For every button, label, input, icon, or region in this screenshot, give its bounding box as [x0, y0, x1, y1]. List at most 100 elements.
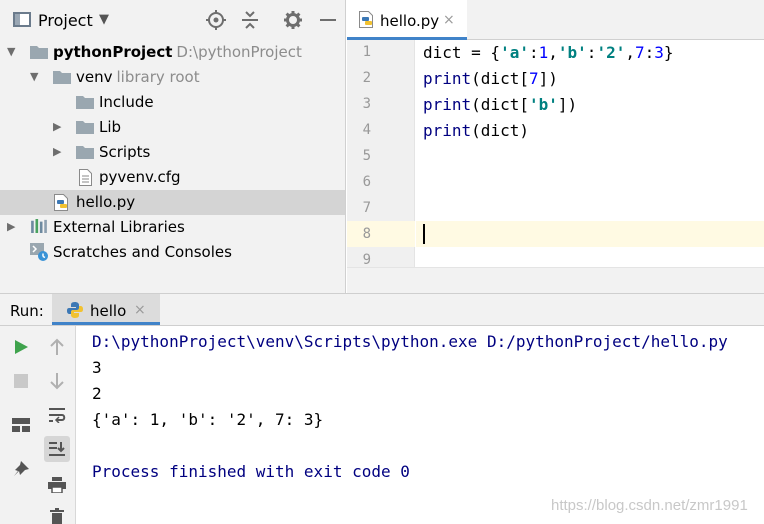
project-panel: Project ▼ ▼ pythonProject D:\pythonProje…: [0, 0, 346, 293]
line-number: 9: [362, 252, 371, 268]
collapsed-arrow-icon[interactable]: ▶: [7, 220, 15, 233]
tree-item-hello-py[interactable]: hello.py: [0, 190, 345, 215]
console-line-command: D:\pythonProject\venv\Scripts\python.exe…: [92, 332, 728, 351]
tree-item-label: pyvenv.cfg: [99, 168, 181, 186]
clear-all-button[interactable]: [44, 504, 70, 524]
line-number: 5: [362, 148, 371, 164]
tree-item-venv[interactable]: ▼ venv library root: [0, 65, 345, 90]
console-output[interactable]: D:\pythonProject\venv\Scripts\python.exe…: [77, 326, 764, 524]
line-number: 4: [362, 122, 371, 138]
tab-hello-py[interactable]: hello.py ×: [347, 0, 467, 40]
console-line: 2: [92, 384, 102, 403]
minimize-icon[interactable]: [318, 10, 338, 30]
code-area[interactable]: dict = {'a':1,'b':'2',7:3} print(dict[7]…: [416, 40, 764, 267]
folder-icon: [53, 71, 71, 84]
line-number: 3: [362, 96, 371, 112]
folder-icon: [76, 146, 94, 159]
close-icon[interactable]: ×: [443, 12, 455, 28]
folder-icon: [30, 46, 48, 59]
python-file-icon: [54, 194, 68, 211]
folder-icon: [76, 96, 94, 109]
line-number: 7: [362, 200, 371, 216]
stop-icon: [14, 374, 28, 388]
trash-icon: [50, 508, 64, 524]
scratches-icon: [30, 243, 48, 261]
tree-item-scratches[interactable]: Scratches and Consoles: [0, 240, 345, 265]
tree-item-label: pythonProject: [53, 43, 173, 61]
project-view-icon: [13, 12, 31, 27]
library-icon: [31, 219, 47, 233]
tree-item-label: Scratches and Consoles: [53, 243, 232, 261]
run-tab-label: hello: [90, 302, 127, 320]
printer-icon: [48, 477, 66, 493]
run-panel-label: Run:: [10, 302, 44, 320]
line-number: 2: [362, 70, 371, 86]
gear-icon[interactable]: [283, 10, 303, 30]
code-line-3: print(dict['b']): [423, 95, 578, 114]
tree-item-note: library root: [116, 68, 200, 86]
expand-arrow-icon[interactable]: ▼: [30, 70, 38, 83]
tree-item-path: D:\pythonProject: [176, 43, 302, 61]
text-caret: [423, 224, 425, 244]
code-line-4: print(dict): [423, 121, 529, 140]
tree-item-label: Include: [99, 93, 154, 111]
soft-wrap-icon: [49, 408, 66, 423]
console-line-exit-status: Process finished with exit code 0: [92, 462, 410, 481]
close-icon[interactable]: ×: [134, 302, 146, 318]
line-number: 6: [362, 174, 371, 190]
pin-icon: [14, 461, 29, 476]
line-number-gutter: 1 2 3 4 5 6 7 8 9: [347, 40, 415, 268]
current-line-highlight: [416, 221, 764, 247]
collapse-all-icon[interactable]: [240, 10, 260, 30]
line-number: 1: [362, 44, 371, 60]
tree-item-scripts[interactable]: ▶ Scripts: [0, 140, 345, 165]
tree-item-label: External Libraries: [53, 218, 185, 236]
scroll-to-end-button[interactable]: [44, 436, 70, 462]
tab-label: hello.py: [380, 12, 440, 30]
restore-layout-button[interactable]: [8, 412, 34, 438]
arrow-down-icon: [50, 373, 64, 390]
tree-item-pythonproject[interactable]: ▼ pythonProject D:\pythonProject: [0, 40, 345, 65]
tree-item-label: hello.py: [76, 193, 136, 211]
tree-item-label: venv: [76, 68, 113, 86]
editor-tab-bar: hello.py ×: [347, 0, 764, 40]
console-line: 3: [92, 358, 102, 377]
project-panel-header: Project ▼: [0, 0, 345, 40]
scroll-up-button[interactable]: [44, 334, 70, 360]
text-file-icon: [79, 169, 92, 186]
code-line-2: print(dict[7]): [423, 69, 558, 88]
tree-item-include[interactable]: Include: [0, 90, 345, 115]
print-button[interactable]: [44, 472, 70, 498]
layout-icon: [12, 418, 30, 432]
scroll-to-end-icon: [49, 442, 65, 456]
run-toolbar: [0, 326, 76, 524]
collapsed-arrow-icon[interactable]: ▶: [53, 145, 61, 158]
collapsed-arrow-icon[interactable]: ▶: [53, 120, 61, 133]
project-panel-title[interactable]: Project: [38, 11, 93, 30]
pin-tab-button[interactable]: [8, 456, 34, 482]
folder-icon: [76, 121, 94, 134]
tree-item-lib[interactable]: ▶ Lib: [0, 115, 345, 140]
console-line: {'a': 1, 'b': '2', 7: 3}: [92, 410, 324, 429]
tree-item-external-libraries[interactable]: ▶ External Libraries: [0, 215, 345, 240]
code-line-1: dict = {'a':1,'b':'2',7:3}: [423, 43, 674, 62]
tab-run-hello[interactable]: hello ×: [52, 294, 160, 325]
tree-item-label: Lib: [99, 118, 122, 136]
locate-file-icon[interactable]: [206, 10, 226, 30]
chevron-down-icon[interactable]: ▼: [99, 12, 109, 27]
soft-wrap-button[interactable]: [44, 402, 70, 428]
editor: hello.py × 1 2 3 4 5 6 7 8 9 dict = {'a'…: [347, 0, 764, 293]
python-icon: [67, 302, 83, 318]
rerun-button[interactable]: [8, 334, 34, 360]
editor-bottom-strip: [347, 267, 764, 293]
python-file-icon: [359, 11, 373, 28]
play-icon: [15, 340, 28, 354]
stop-button[interactable]: [8, 368, 34, 394]
run-panel-header: Run: hello ×: [0, 293, 764, 326]
arrow-up-icon: [50, 338, 64, 355]
tree-item-pyvenv-cfg[interactable]: pyvenv.cfg: [0, 165, 345, 190]
watermark: https://blog.csdn.net/zmr1991: [551, 497, 748, 514]
expand-arrow-icon[interactable]: ▼: [7, 45, 15, 58]
scroll-down-button[interactable]: [44, 368, 70, 394]
line-number: 8: [362, 226, 371, 242]
